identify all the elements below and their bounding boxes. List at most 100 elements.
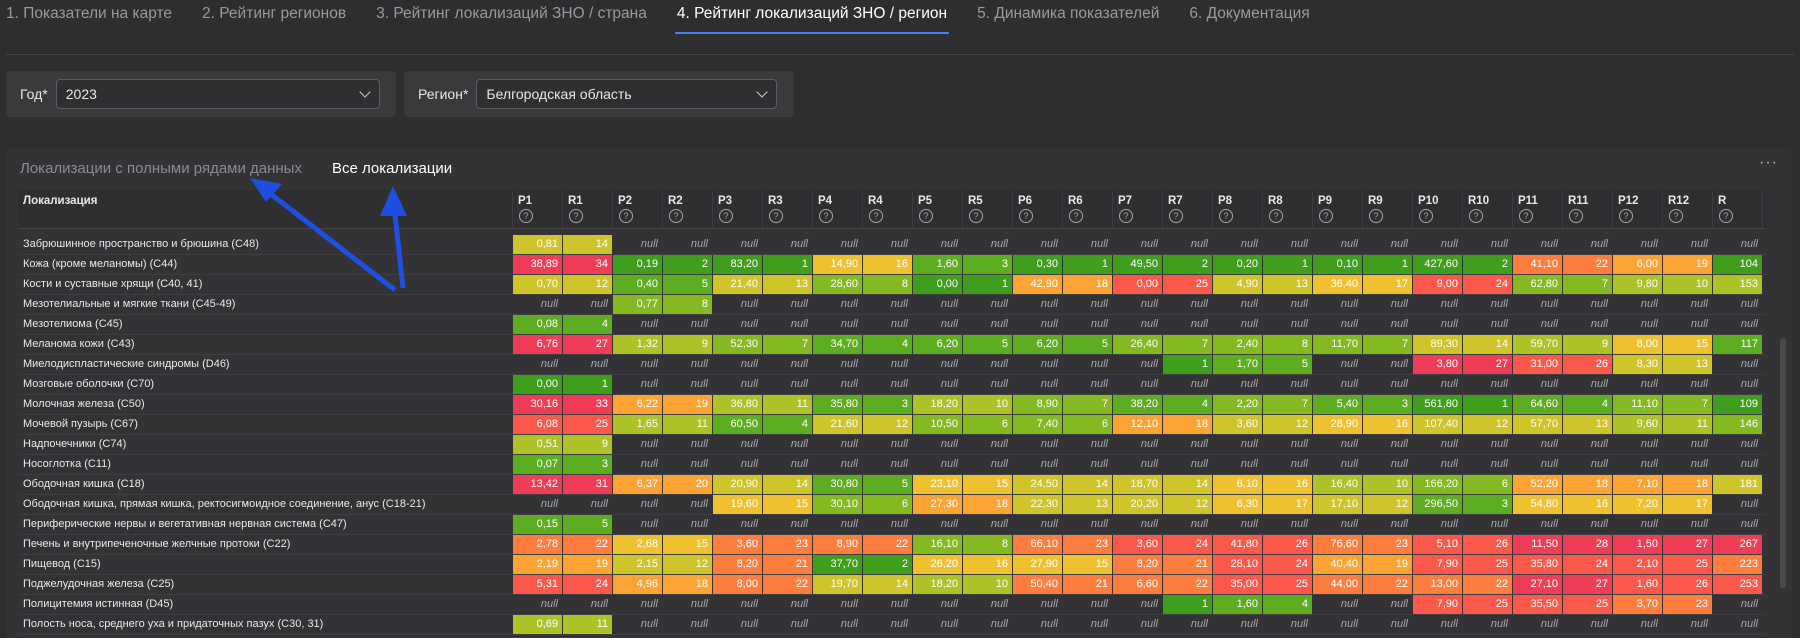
- year-select[interactable]: 2023: [55, 79, 380, 109]
- header-p12[interactable]: P12?: [1613, 190, 1663, 228]
- cell-r9: 23: [1363, 535, 1413, 554]
- help-icon[interactable]: ?: [1219, 209, 1233, 223]
- header-r2[interactable]: R2?: [663, 190, 713, 228]
- header-p5[interactable]: P5?: [913, 190, 963, 228]
- help-icon[interactable]: ?: [1469, 209, 1483, 223]
- header-p1[interactable]: P1?: [513, 190, 563, 228]
- table-row[interactable]: Мезотелиальные и мягкие ткани (C45-49) nu…: [18, 295, 1766, 315]
- help-icon[interactable]: ?: [769, 209, 783, 223]
- table-row[interactable]: Ободочная кишка, прямая кишка, ректосигм…: [18, 495, 1766, 515]
- header-label: R8: [1268, 195, 1283, 207]
- help-icon[interactable]: ?: [669, 209, 683, 223]
- table-row[interactable]: Полицитемия истинная (D45) null null null nu…: [18, 595, 1766, 615]
- header-r4[interactable]: R4?: [863, 190, 913, 228]
- help-icon[interactable]: ?: [869, 209, 883, 223]
- help-icon[interactable]: ?: [519, 209, 533, 223]
- cell-p2: 1,32: [613, 335, 663, 354]
- more-icon[interactable]: ···: [1759, 154, 1778, 172]
- table-row[interactable]: Мозговые оболочки (C70) 0,00 1 null null null…: [18, 375, 1766, 395]
- region-select[interactable]: Белгородская область: [476, 79, 778, 109]
- header-r6[interactable]: R6?: [1063, 190, 1113, 228]
- header-r1[interactable]: R1?: [563, 190, 613, 228]
- table-row[interactable]: Миелодиспластические синдромы (D46) null n…: [18, 355, 1766, 375]
- cell-p7: 0,00: [1113, 275, 1163, 294]
- table-row[interactable]: Мезотелиома (C45) 0,08 4 null null null null nu…: [18, 315, 1766, 335]
- vertical-scrollbar[interactable]: [1780, 338, 1786, 588]
- table-row[interactable]: Носоглотка (C11) 0,07 3 null null null null nul…: [18, 455, 1766, 475]
- tab-2[interactable]: 2. Рейтинг регионов: [202, 0, 346, 36]
- header-p10[interactable]: P10?: [1413, 190, 1463, 228]
- header-r12[interactable]: R12?: [1663, 190, 1713, 228]
- cell-r4: 2: [863, 555, 913, 574]
- header-p4[interactable]: P4?: [813, 190, 863, 228]
- cell-p4: null: [813, 515, 863, 534]
- help-icon[interactable]: ?: [619, 209, 633, 223]
- table-row[interactable]: Забрюшинное пространство и брюшина (C48)…: [18, 235, 1766, 255]
- help-icon[interactable]: ?: [919, 209, 933, 223]
- cell-r12: 15: [1663, 335, 1713, 354]
- help-icon[interactable]: ?: [719, 209, 733, 223]
- cell-r2: 15: [663, 535, 713, 554]
- header-p8[interactable]: P8?: [1213, 190, 1263, 228]
- tab-6[interactable]: 6. Документация: [1189, 0, 1309, 36]
- table-row[interactable]: Периферические нервы и вегетативная нерв…: [18, 515, 1766, 535]
- table-row[interactable]: Кости и суставные хрящи (C40, 41) 0,70 12 0…: [18, 275, 1766, 295]
- header-r10[interactable]: R10?: [1463, 190, 1513, 228]
- table-row[interactable]: Молочная железа (C50) 30,16 33 6,22 19 36,80 1…: [18, 395, 1766, 415]
- cell-p7: 6,60: [1113, 575, 1163, 594]
- help-icon[interactable]: ?: [1619, 209, 1633, 223]
- table-row[interactable]: Надпочечники (C74) 0,51 9 null null null null n…: [18, 435, 1766, 455]
- help-icon[interactable]: ?: [1419, 209, 1433, 223]
- table-row[interactable]: Мочевой пузырь (C67) 6,08 25 1,65 11 60,50 4 21…: [18, 415, 1766, 435]
- help-icon[interactable]: ?: [1519, 209, 1533, 223]
- header-r3[interactable]: R3?: [763, 190, 813, 228]
- help-icon[interactable]: ?: [1069, 209, 1083, 223]
- header-localization[interactable]: Локализация: [18, 190, 513, 228]
- help-icon[interactable]: ?: [1319, 209, 1333, 223]
- tab-4[interactable]: 4. Рейтинг локализаций ЗНО / регион: [674, 0, 950, 36]
- help-icon[interactable]: ?: [569, 209, 583, 223]
- header-label: R12: [1668, 195, 1690, 207]
- table-row[interactable]: Полость носа, среднего уха и придаточных…: [18, 615, 1766, 635]
- cell-p8: 2,20: [1213, 395, 1263, 414]
- cell-r12: 11: [1663, 415, 1713, 434]
- help-icon[interactable]: ?: [1719, 209, 1733, 223]
- help-icon[interactable]: ?: [1569, 209, 1583, 223]
- cell-p12: 2,10: [1613, 555, 1663, 574]
- header-r7[interactable]: R7?: [1163, 190, 1213, 228]
- tab-3[interactable]: 3. Рейтинг локализаций ЗНО / страна: [376, 0, 647, 36]
- header-p3[interactable]: P3?: [713, 190, 763, 228]
- help-icon[interactable]: ?: [1669, 209, 1683, 223]
- cell-r3: 1: [763, 255, 813, 274]
- header-p7[interactable]: P7?: [1113, 190, 1163, 228]
- help-icon[interactable]: ?: [1119, 209, 1133, 223]
- help-icon[interactable]: ?: [1169, 209, 1183, 223]
- header-r[interactable]: R?: [1713, 190, 1763, 228]
- header-r8[interactable]: R8?: [1263, 190, 1313, 228]
- tab-1[interactable]: 1. Показатели на карте: [6, 0, 172, 36]
- header-r5[interactable]: R5?: [963, 190, 1013, 228]
- help-icon[interactable]: ?: [1369, 209, 1383, 223]
- table-row[interactable]: Пищевод (C15) 2,19 19 2,15 12 8,20 21 37,70 2 26,…: [18, 555, 1766, 575]
- tab-all-localizations[interactable]: Все локализации: [332, 160, 452, 177]
- table-row[interactable]: Меланома кожи (C43) 6,76 27 1,32 9 52,30 7 34,7…: [18, 335, 1766, 355]
- header-p11[interactable]: P11?: [1513, 190, 1563, 228]
- header-r11[interactable]: R11?: [1563, 190, 1613, 228]
- help-icon[interactable]: ?: [819, 209, 833, 223]
- header-p2[interactable]: P2?: [613, 190, 663, 228]
- cell-p4: null: [813, 355, 863, 374]
- header-p6[interactable]: P6?: [1013, 190, 1063, 228]
- table-row[interactable]: Поджелудочная железа (C25) 5,31 24 4,96 18 8,…: [18, 575, 1766, 595]
- tab-full-series[interactable]: Локализации с полными рядами данных: [20, 160, 302, 177]
- help-icon[interactable]: ?: [1269, 209, 1283, 223]
- table-row[interactable]: Ободочная кишка (C18) 13,42 31 6,37 20 20,90 1…: [18, 475, 1766, 495]
- cell-r12: null: [1663, 235, 1713, 254]
- table-row[interactable]: Печень и внутрипеченочные желчные проток…: [18, 535, 1766, 555]
- help-icon[interactable]: ?: [969, 209, 983, 223]
- help-icon[interactable]: ?: [1019, 209, 1033, 223]
- table-row[interactable]: Кожа (кроме меланомы) (C44) 38,89 34 0,19 2 8…: [18, 255, 1766, 275]
- header-r9[interactable]: R9?: [1363, 190, 1413, 228]
- cell-r: 104: [1713, 255, 1763, 274]
- header-p9[interactable]: P9?: [1313, 190, 1363, 228]
- tab-5[interactable]: 5. Динамика показателей: [977, 0, 1159, 36]
